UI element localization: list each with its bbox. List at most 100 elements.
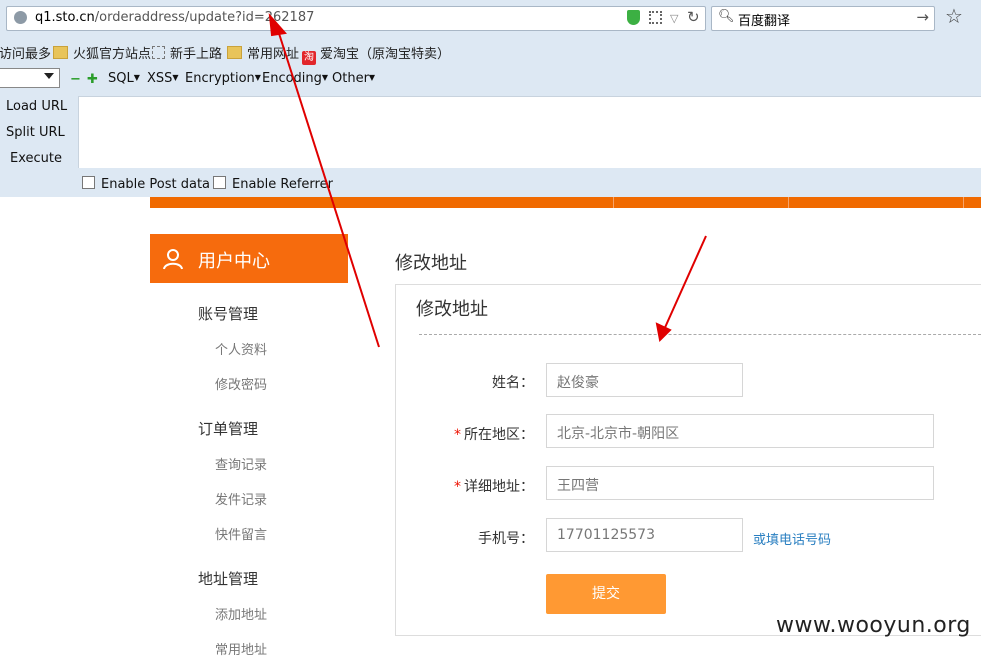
bookmark-label: 新手上路 bbox=[170, 47, 223, 62]
menu-label: SQL bbox=[108, 71, 134, 86]
watermark: www.wooyun.org bbox=[776, 613, 971, 638]
search-input[interactable]: 百度翻译 bbox=[738, 10, 790, 29]
bookmark-firefox-site[interactable]: 火狐官方站点 bbox=[53, 43, 151, 62]
sidebar-item-add-address[interactable]: 添加地址 bbox=[215, 604, 267, 623]
address-label-text: 详细地址： bbox=[464, 479, 534, 495]
phone-value: 17701125573 bbox=[557, 527, 655, 543]
plus-icon[interactable]: ✚ bbox=[87, 72, 98, 87]
bookmark-aitaobao[interactable]: 淘爱淘宝（原淘宝特卖） bbox=[302, 43, 450, 65]
edit-address-panel bbox=[395, 284, 981, 636]
menu-other[interactable]: Other▼ bbox=[332, 71, 375, 86]
caret-icon: ▼ bbox=[133, 73, 140, 82]
required-mark: * bbox=[454, 427, 461, 443]
split-url-button[interactable]: Split URL bbox=[6, 125, 65, 140]
bookmark-common-sites[interactable]: 常用网址 bbox=[227, 43, 299, 62]
minus-icon[interactable]: − bbox=[70, 72, 81, 87]
sidebar-item-send-records[interactable]: 发件记录 bbox=[215, 489, 267, 508]
user-icon bbox=[163, 249, 183, 270]
bookmark-label: 爱淘宝（原淘宝特卖） bbox=[320, 47, 451, 62]
address-url[interactable]: q1.sto.cn/orderaddress/update?id=262187 bbox=[35, 10, 314, 25]
sidebar-item-messages[interactable]: 快件留言 bbox=[215, 524, 267, 543]
name-field[interactable]: 赵俊豪 bbox=[546, 363, 743, 397]
dropdown-icon[interactable]: ▽ bbox=[670, 12, 678, 25]
folder-icon bbox=[53, 46, 68, 59]
taobao-icon: 淘 bbox=[302, 51, 316, 65]
bookmark-label: 常用网址 bbox=[247, 47, 300, 62]
menu-encryption[interactable]: Encryption▼ bbox=[185, 71, 261, 86]
top-nav-bar bbox=[150, 197, 981, 208]
chevron-down-icon bbox=[44, 73, 54, 79]
bookmark-getting-started[interactable]: 新手上路 bbox=[152, 43, 222, 62]
bookmark-label: 火狐官方站点 bbox=[73, 47, 152, 62]
hackbar-url-textarea[interactable] bbox=[78, 96, 981, 168]
name-label-text: 姓名： bbox=[492, 375, 534, 391]
caret-icon: ▼ bbox=[254, 73, 261, 82]
region-label: * 所在地区： bbox=[414, 424, 534, 444]
page-title: 修改地址 bbox=[395, 253, 467, 274]
caret-icon: ▼ bbox=[368, 73, 376, 82]
checkbox-box[interactable] bbox=[82, 176, 95, 189]
menu-label: Other bbox=[332, 71, 369, 86]
enable-post-checkbox[interactable]: Enable Post data bbox=[82, 176, 210, 192]
nav-divider bbox=[613, 197, 614, 208]
phone-label: 手机号： bbox=[414, 528, 534, 548]
bookmark-most-visited[interactable]: 访问最多 bbox=[0, 43, 51, 62]
sidebar-item-password[interactable]: 修改密码 bbox=[215, 374, 267, 393]
required-mark: * bbox=[454, 479, 461, 495]
execute-button[interactable]: Execute bbox=[10, 151, 62, 166]
user-center-title: 用户中心 bbox=[198, 251, 270, 272]
panel-title: 修改地址 bbox=[416, 299, 488, 320]
checkbox-box[interactable] bbox=[213, 176, 226, 189]
shield-icon[interactable] bbox=[627, 10, 640, 25]
search-icon: 🔍︎ bbox=[718, 9, 735, 24]
checkbox-label: Enable Referrer bbox=[232, 177, 333, 192]
checkbox-label: Enable Post data bbox=[101, 177, 211, 192]
divider bbox=[419, 334, 981, 335]
bookmarks-toolbar: 访问最多 火狐官方站点 新手上路 常用网址 淘爱淘宝（原淘宝特卖） bbox=[0, 40, 981, 65]
sidebar-item-profile[interactable]: 个人资料 bbox=[215, 339, 267, 358]
region-label-text: 所在地区： bbox=[464, 427, 534, 443]
page-icon bbox=[152, 46, 165, 59]
caret-icon: ▼ bbox=[321, 73, 329, 82]
name-value: 赵俊豪 bbox=[557, 375, 599, 391]
name-label: 姓名： bbox=[414, 372, 534, 392]
nav-divider bbox=[963, 197, 964, 208]
region-field[interactable]: 北京-北京市-朝阳区 bbox=[546, 414, 934, 448]
bookmark-star-icon[interactable]: ☆ bbox=[945, 4, 963, 28]
globe-icon bbox=[14, 11, 27, 24]
hackbar-select[interactable] bbox=[0, 68, 60, 88]
menu-label: Encoding bbox=[262, 71, 322, 86]
nav-divider bbox=[788, 197, 789, 208]
phone-field[interactable]: 17701125573 bbox=[546, 518, 743, 552]
address-value: 王四营 bbox=[557, 478, 599, 494]
folder-icon bbox=[227, 46, 242, 59]
address-field[interactable]: 王四营 bbox=[546, 466, 934, 500]
menu-encoding[interactable]: Encoding▼ bbox=[262, 71, 328, 86]
reload-icon[interactable]: ↻ bbox=[687, 8, 700, 26]
sidebar-item-common-address[interactable]: 常用地址 bbox=[215, 639, 267, 658]
address-bar[interactable]: q1.sto.cn/orderaddress/update?id=262187 … bbox=[6, 6, 706, 31]
alt-phone-link[interactable]: 或填电话号码 bbox=[753, 529, 831, 548]
enable-referrer-checkbox[interactable]: Enable Referrer bbox=[213, 176, 333, 192]
menu-label: XSS bbox=[147, 71, 173, 86]
menu-label: Encryption bbox=[185, 71, 255, 86]
url-path: /orderaddress/update?id=262187 bbox=[94, 10, 315, 25]
submit-button[interactable]: 提交 bbox=[546, 574, 666, 614]
sidebar-section-address: 地址管理 bbox=[198, 570, 259, 588]
phone-label-text: 手机号： bbox=[478, 531, 534, 547]
search-go-icon[interactable]: → bbox=[916, 8, 929, 26]
user-center-header: 用户中心 bbox=[150, 234, 348, 283]
address-label: * 详细地址： bbox=[414, 476, 534, 496]
sidebar-section-account: 账号管理 bbox=[198, 305, 259, 323]
menu-xss[interactable]: XSS▼ bbox=[147, 71, 179, 86]
menu-sql[interactable]: SQL▼ bbox=[108, 71, 140, 86]
search-box[interactable]: 🔍︎ 百度翻译 → bbox=[711, 6, 935, 31]
bookmark-label: 访问最多 bbox=[0, 47, 52, 62]
caret-icon: ▼ bbox=[172, 73, 179, 82]
load-url-button[interactable]: Load URL bbox=[6, 99, 67, 114]
url-host: q1.sto.cn bbox=[35, 10, 95, 25]
sidebar-section-orders: 订单管理 bbox=[198, 420, 259, 438]
qrcode-icon[interactable] bbox=[649, 11, 662, 24]
region-value: 北京-北京市-朝阳区 bbox=[557, 426, 680, 442]
sidebar-item-query-records[interactable]: 查询记录 bbox=[215, 454, 267, 473]
